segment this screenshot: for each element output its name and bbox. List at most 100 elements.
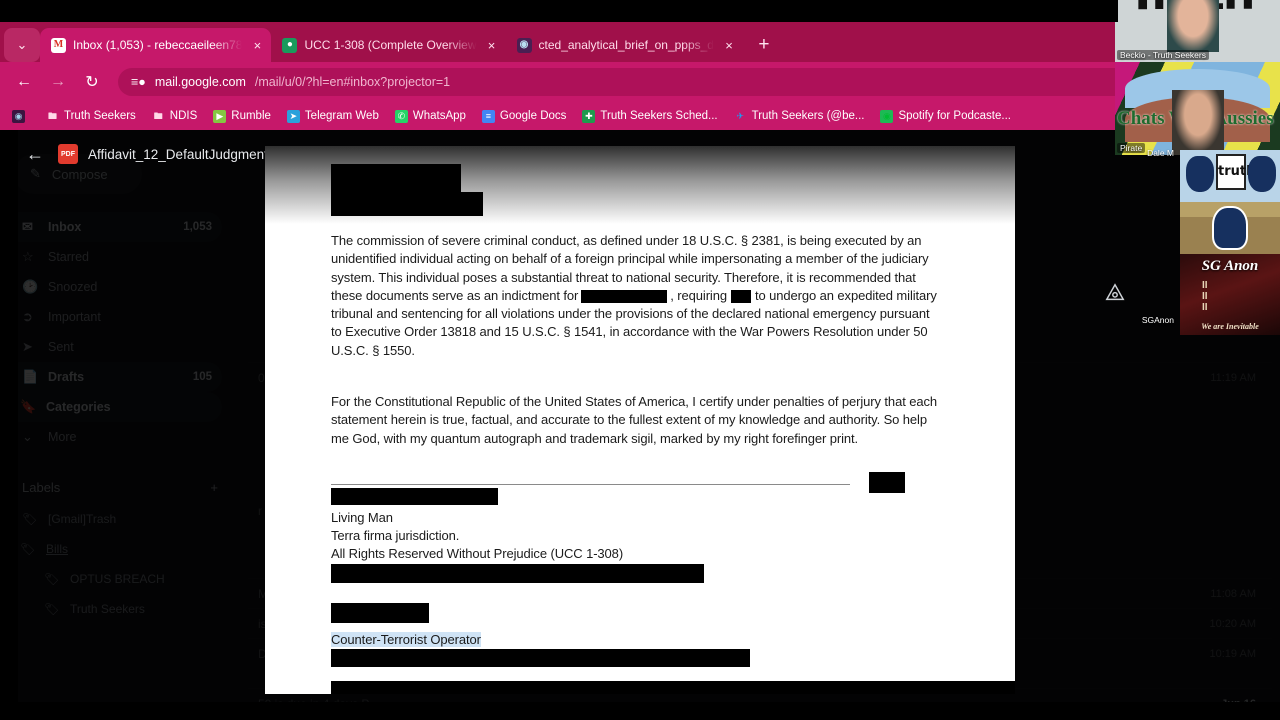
redaction-block [331,681,1015,694]
docs-icon: ≡ [481,109,495,123]
signature-line [331,484,850,485]
signature-line-3: All Rights Reserved Without Prejudice (U… [331,546,624,561]
paragraph-1-part-b: , requiring [670,287,727,303]
tab-title: UCC 1-308 (Complete Overview [304,38,477,52]
redaction-block [331,603,429,623]
bookmark-label: Truth Seekers [64,110,136,122]
tab-title: Inbox (1,053) - rebeccaeileen78 [73,38,243,52]
redaction-inline [581,289,668,303]
video-tile-pirate[interactable]: Chats With Aussies Pirate [1115,62,1280,155]
bookmark-whatsapp[interactable]: ✆ WhatsApp [389,105,472,127]
bookmark-ndis[interactable]: 🖿 NDIS [146,105,203,127]
reload-button[interactable]: ↻ [78,68,106,96]
bookmark-rumble[interactable]: ▶ Rumble [207,105,277,127]
browser-toolbar: ← → ↻ ≡● mail.google.com/mail/u/0/?hl=en… [0,62,1280,102]
bookmark-label: Truth Seekers Sched... [600,110,718,122]
bookmark-truth-seekers-sched[interactable]: ✚ Truth Seekers Sched... [576,105,723,127]
tile-background-text: truth [1218,164,1256,179]
close-icon[interactable]: × [484,37,500,53]
bookmark-label: Telegram Web [304,110,379,122]
back-arrow-icon[interactable]: ← [18,137,52,171]
pdf-page-canvas: The commission of severe criminal conduc… [265,146,1015,694]
bookmark-truth-seekers-twitter[interactable]: ✈ Truth Seekers (@be... [728,105,871,127]
forward-button[interactable]: → [44,68,72,96]
new-tab-button[interactable]: + [751,32,777,58]
redaction-block [331,564,704,583]
participant-name: Beckio - Truth Seekers [1117,50,1209,60]
omnibox-path: /mail/u/0/?hl=en#inbox?projector=1 [254,75,451,89]
folder-icon: 🖿 [153,110,163,121]
participant-name-sganon: SGAnon [1141,315,1174,325]
video-tile-sganon[interactable]: SG Anon II II II We are Inevitable [1180,254,1280,335]
rumble-icon: ▶ [213,109,227,123]
participant-video [1172,90,1224,155]
redaction-block [331,192,483,216]
document-paragraph-1: The commission of severe criminal conduc… [331,232,943,360]
tile-decorative-marks: II II II [1202,280,1208,313]
tile-avatar-kangaroo [1212,206,1248,250]
tab-search-button[interactable]: ⌄ [4,28,40,62]
video-call-tiles: Truth Beckio - Truth Seekers Chats With … [1115,0,1280,335]
bottom-black-band [0,702,1280,720]
signature-line-4: Counter-Terrorist Operator [331,631,481,649]
pdf-file-icon: PDF [58,144,78,164]
selected-text: Counter-Terrorist Operator [331,632,481,647]
close-icon[interactable]: × [721,37,737,53]
video-tile-beckio[interactable]: Truth Beckio - Truth Seekers [1115,0,1280,62]
bookmarks-bar: ◉ 🖿 Truth Seekers 🖿 NDIS ▶ Rumble ➤ Tele… [0,102,1280,130]
tile-subtitle-text: We are Inevitable [1201,322,1259,331]
green-circle-icon: ● [282,37,298,53]
tile-avatar-right [1248,156,1276,192]
left-black-band [0,130,18,720]
bookmark-label: WhatsApp [412,110,466,122]
video-tile-dale-m-top[interactable]: truth [1180,150,1280,202]
globe-icon: ◉ [12,109,25,123]
twitter-icon: ✈ [736,110,744,121]
redaction-inline [730,289,751,303]
bookmark-google-docs[interactable]: ≡ Google Docs [476,105,572,127]
redaction-block [869,472,905,493]
participant-name: Pirate [1117,143,1146,153]
site-settings-icon[interactable]: ≡● [131,75,146,89]
back-button[interactable]: ← [10,68,38,96]
spotify-icon: ◉ [880,109,894,123]
document-paragraph-2: For the Constitutional Republic of the U… [331,394,938,446]
address-bar[interactable]: ≡● mail.google.com/mail/u/0/?hl=en#inbox… [118,68,1270,96]
browser-window: ⌄ M Inbox (1,053) - rebeccaeileen78 × ● … [0,0,1280,720]
bookmark-label: Google Docs [499,110,567,122]
screen: ⌄ M Inbox (1,053) - rebeccaeileen78 × ● … [0,0,1280,720]
top-black-band [0,0,1118,22]
tab-analytical-brief[interactable]: ◉ cted_analytical_brief_on_ppps_d × [506,28,743,62]
pdf-projector-overlay: ← PDF Affidavit_12_DefaultJudgment_M.pdf… [0,130,1280,720]
bookmark-truth-seekers[interactable]: 🖿 Truth Seekers [40,105,142,127]
redaction-block [331,488,498,505]
redaction-block [331,649,750,667]
bookmark-spotify-podcasters[interactable]: ◉ Spotify for Podcaste... [874,105,1017,127]
signature-line-1: Living Man [331,510,393,525]
telegram-icon: ➤ [286,109,300,123]
tile-avatar-center: truth [1216,154,1256,190]
whatsapp-icon: ✆ [394,109,408,123]
close-icon[interactable]: × [249,37,265,53]
tile-background-text: SG Anon [1201,258,1259,274]
bookmark-item[interactable]: ◉ [6,105,36,127]
signature-line-2: Terra firma jurisdiction. [331,528,460,543]
chevron-down-icon: ⌄ [16,37,28,52]
video-tile-dale-m[interactable] [1180,202,1280,254]
bookmark-label: NDIS [169,110,198,122]
tab-strip: ⌄ M Inbox (1,053) - rebeccaeileen78 × ● … [0,22,1280,62]
tab-inbox[interactable]: M Inbox (1,053) - rebeccaeileen78 × [40,28,272,62]
folder-icon: 🖿 [47,110,57,121]
participant-name-dale: Dale M [1147,148,1174,158]
bookmark-telegram-web[interactable]: ➤ Telegram Web [281,105,385,127]
bookmark-label: Spotify for Podcaste... [898,110,1011,122]
globe-icon: ◉ [516,37,532,53]
tile-avatar-left [1186,156,1214,192]
bookmark-label: Rumble [231,110,271,122]
calendar-icon: ✚ [582,109,596,123]
omnibox-host: mail.google.com [154,75,246,89]
bookmark-label: Truth Seekers (@be... [751,110,865,122]
participant-video [1167,0,1219,52]
tab-title: cted_analytical_brief_on_ppps_d [538,38,714,52]
tab-ucc[interactable]: ● UCC 1-308 (Complete Overview × [271,28,505,62]
